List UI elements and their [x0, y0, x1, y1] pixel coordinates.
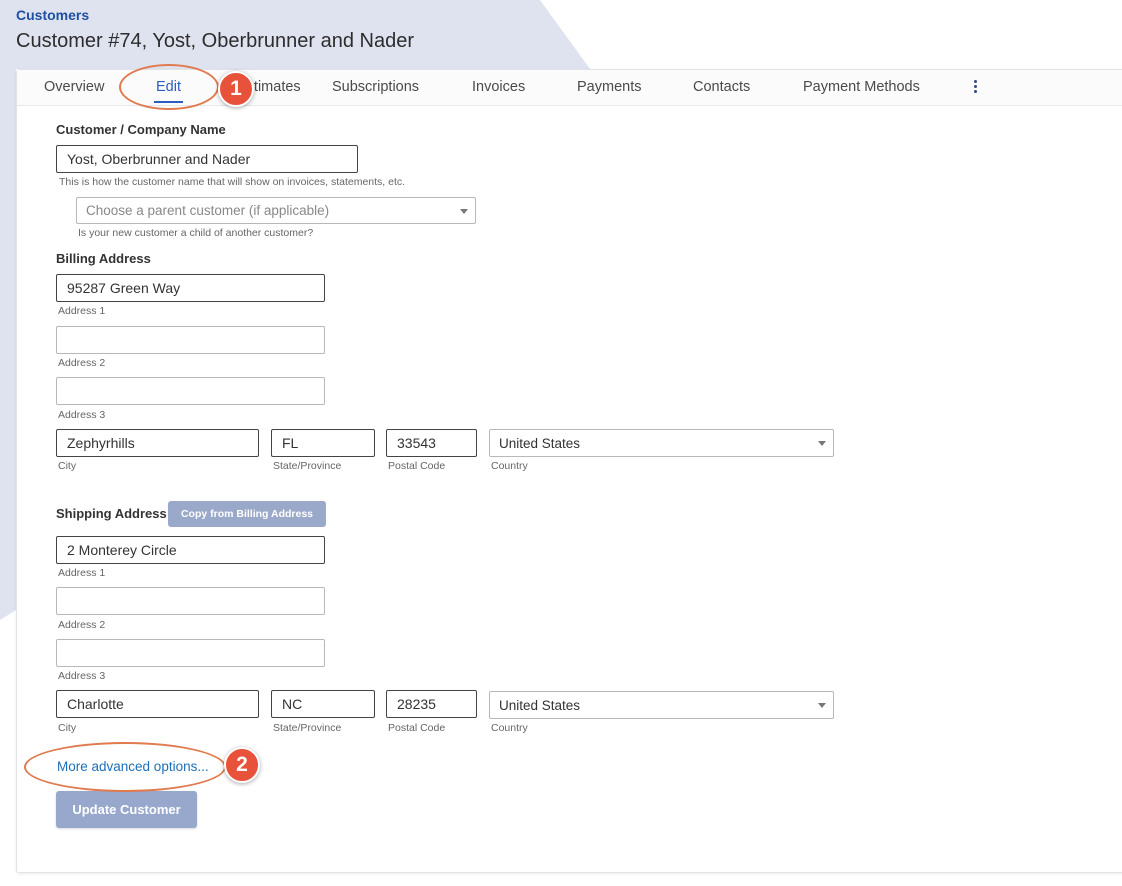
shipping-address1-input[interactable]: 2 Monterey Circle [56, 536, 325, 564]
shipping-postal-label: Postal Code [388, 722, 446, 734]
shipping-city-label: City [58, 722, 77, 734]
customer-card: Overview Edit Estimates Subscriptions In… [16, 69, 1122, 873]
billing-postal-label: Postal Code [388, 460, 446, 472]
billing-address1-input[interactable]: 95287 Green Way [56, 274, 325, 302]
page-title: Customer #74, Yost, Oberbrunner and Nade… [16, 30, 415, 52]
billing-postal-input[interactable]: 33543 [386, 429, 477, 457]
annotation-badge-1: 1 [218, 71, 254, 107]
shipping-country-value: United States [499, 697, 581, 713]
shipping-address3-label: Address 3 [58, 670, 106, 682]
parent-customer-placeholder: Choose a parent customer (if applicable) [86, 203, 330, 218]
shipping-country-select[interactable]: United States [489, 691, 834, 719]
billing-city-input[interactable]: Zephyrhills [56, 429, 259, 457]
more-advanced-options-link[interactable]: More advanced options... [57, 759, 209, 774]
tab-subscriptions[interactable]: Subscriptions [332, 79, 419, 95]
parent-customer-help: Is your new customer a child of another … [78, 227, 314, 239]
tab-payment-methods[interactable]: Payment Methods [803, 79, 920, 95]
billing-address1-label: Address 1 [58, 305, 106, 317]
update-customer-button[interactable]: Update Customer [56, 791, 197, 828]
shipping-address3-input[interactable] [56, 639, 325, 667]
shipping-address1-label: Address 1 [58, 567, 106, 579]
billing-address2-label: Address 2 [58, 357, 106, 369]
tab-payments[interactable]: Payments [577, 79, 641, 95]
billing-address2-input[interactable] [56, 326, 325, 354]
more-menu-icon[interactable] [972, 80, 978, 96]
billing-country-select[interactable]: United States [489, 429, 834, 457]
shipping-address2-label: Address 2 [58, 619, 106, 631]
parent-customer-select[interactable]: Choose a parent customer (if applicable) [76, 197, 476, 224]
billing-state-input[interactable]: FL [271, 429, 375, 457]
chevron-down-icon [818, 703, 826, 708]
chevron-down-icon [460, 209, 468, 214]
customer-name-input[interactable]: Yost, Oberbrunner and Nader [56, 145, 358, 173]
billing-city-label: City [58, 460, 77, 472]
shipping-city-input[interactable]: Charlotte [56, 690, 259, 718]
chevron-down-icon [818, 441, 826, 446]
tab-contacts[interactable]: Contacts [693, 79, 750, 95]
tab-edit[interactable]: Edit [154, 79, 183, 103]
tab-overview[interactable]: Overview [44, 79, 104, 95]
billing-state-label: State/Province [273, 460, 342, 472]
billing-address3-label: Address 3 [58, 409, 106, 421]
tab-invoices[interactable]: Invoices [472, 79, 525, 95]
shipping-postal-input[interactable]: 28235 [386, 690, 477, 718]
shipping-address2-input[interactable] [56, 587, 325, 615]
tab-bar: Overview Edit Estimates Subscriptions In… [17, 70, 1122, 106]
shipping-country-label: Country [491, 722, 528, 734]
billing-country-value: United States [499, 435, 581, 451]
annotation-badge-2: 2 [224, 747, 260, 783]
billing-address3-input[interactable] [56, 377, 325, 405]
customer-name-help: This is how the customer name that will … [59, 176, 406, 188]
billing-address-label: Billing Address [56, 251, 151, 266]
shipping-address-label: Shipping Address [56, 506, 167, 521]
breadcrumb[interactable]: Customers [16, 7, 89, 23]
customer-name-label: Customer / Company Name [56, 122, 226, 137]
shipping-state-input[interactable]: NC [271, 690, 375, 718]
billing-country-label: Country [491, 460, 528, 472]
copy-from-billing-button[interactable]: Copy from Billing Address [168, 501, 326, 527]
shipping-state-label: State/Province [273, 722, 342, 734]
